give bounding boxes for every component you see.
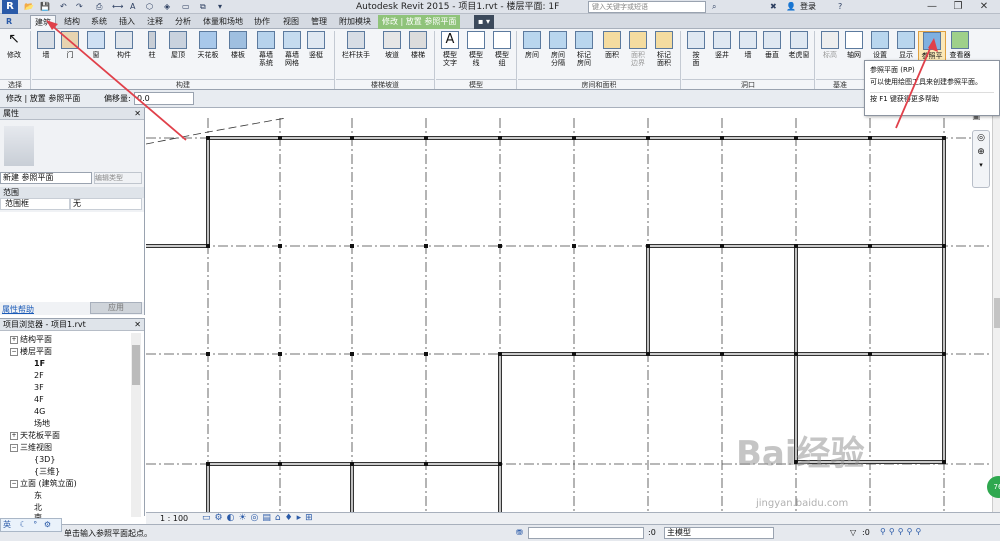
tree-plan-4g[interactable]: 4G [34,406,45,417]
browser-scrollbar[interactable] [131,333,141,517]
status-coord-2: :0 [862,528,870,537]
apply-button[interactable]: 应用 [90,302,142,314]
browser-scroll-thumb[interactable] [132,345,140,385]
settings-icon[interactable]: ⚙ [44,520,51,529]
worksharing-icon[interactable]: ⛃ [516,528,523,537]
moon-icon[interactable]: ☾ [20,520,27,529]
status-bar: 单击输入参照平面起点。 ⛃ :0 主模型 ▽ :0 ⚲⚲⚲⚲⚲ [0,524,1000,541]
tree-3d-default[interactable]: {3D} [34,454,55,465]
tree-plan-3f[interactable]: 3F [34,382,44,393]
tree-plan-4f[interactable]: 4F [34,394,44,405]
view-control-bar: 1 : 100 ▭⚙◐☀◎▤⌂♦▸⊞ [146,512,1000,524]
status-message: 单击输入参照平面起点。 [64,529,152,538]
arrow-to-reference-plane [895,43,933,129]
tree-plan-1f[interactable]: 1F [34,358,45,369]
tree-structural-plans[interactable]: + 结构平面 [10,334,52,345]
selection-toggle-icons[interactable]: ⚲⚲⚲⚲⚲ [880,527,924,536]
tree-floor-plans[interactable]: − 楼层平面 [10,346,52,357]
properties-help-link[interactable]: 属性帮助 [2,304,34,315]
design-option-selector[interactable]: 主模型 [664,527,774,539]
tree-plan-site[interactable]: 场地 [34,418,50,429]
project-browser: 项目浏览器 - 项目1.rvt ✕ + 结构平面 − 楼层平面 1F 2F 3F 4F… [0,318,145,522]
tree-elevations[interactable]: − 立面 (建筑立面) [10,478,77,489]
canvas-scroll-thumb[interactable] [994,298,1000,328]
watermark-url: jingyan.baidu.com [756,498,849,509]
status-coord-1: :0 [648,528,656,537]
tree-elevation-east[interactable]: 东 [34,490,42,501]
properties-empty-area [0,212,144,302]
close-icon[interactable]: ✕ [134,319,141,331]
revit-window: R 📂 💾 ↶ ↷ ⎙ ⟷ A ⬡ ◈ ▭ ⧉ ▾ Autodesk Revit… [0,0,1000,541]
watermark: Bai经验 [736,434,865,474]
annotation-arrows [46,20,938,141]
workset-selector[interactable] [528,527,644,539]
ime-language[interactable]: 英 [3,520,11,529]
filter-icon[interactable]: ▽ [850,528,856,537]
tree-3d-views[interactable]: − 三维视图 [10,442,52,453]
project-browser-title: 项目浏览器 - 项目1.rvt ✕ [0,319,144,331]
arrow-to-architecture-tab [49,23,187,141]
punctuation-icon[interactable]: ° [33,520,37,529]
tree-plan-2f[interactable]: 2F [34,370,44,381]
tree-3d-custom[interactable]: {三维} [34,466,60,477]
ime-toolbar[interactable]: 英 ☾ ° ⚙ [0,518,62,532]
view-control-icons[interactable]: ▭⚙◐☀◎▤⌂♦▸⊞ [202,513,317,523]
tree-ceiling-plans[interactable]: + 天花板平面 [10,430,60,441]
view-scale[interactable]: 1 : 100 [160,514,188,523]
